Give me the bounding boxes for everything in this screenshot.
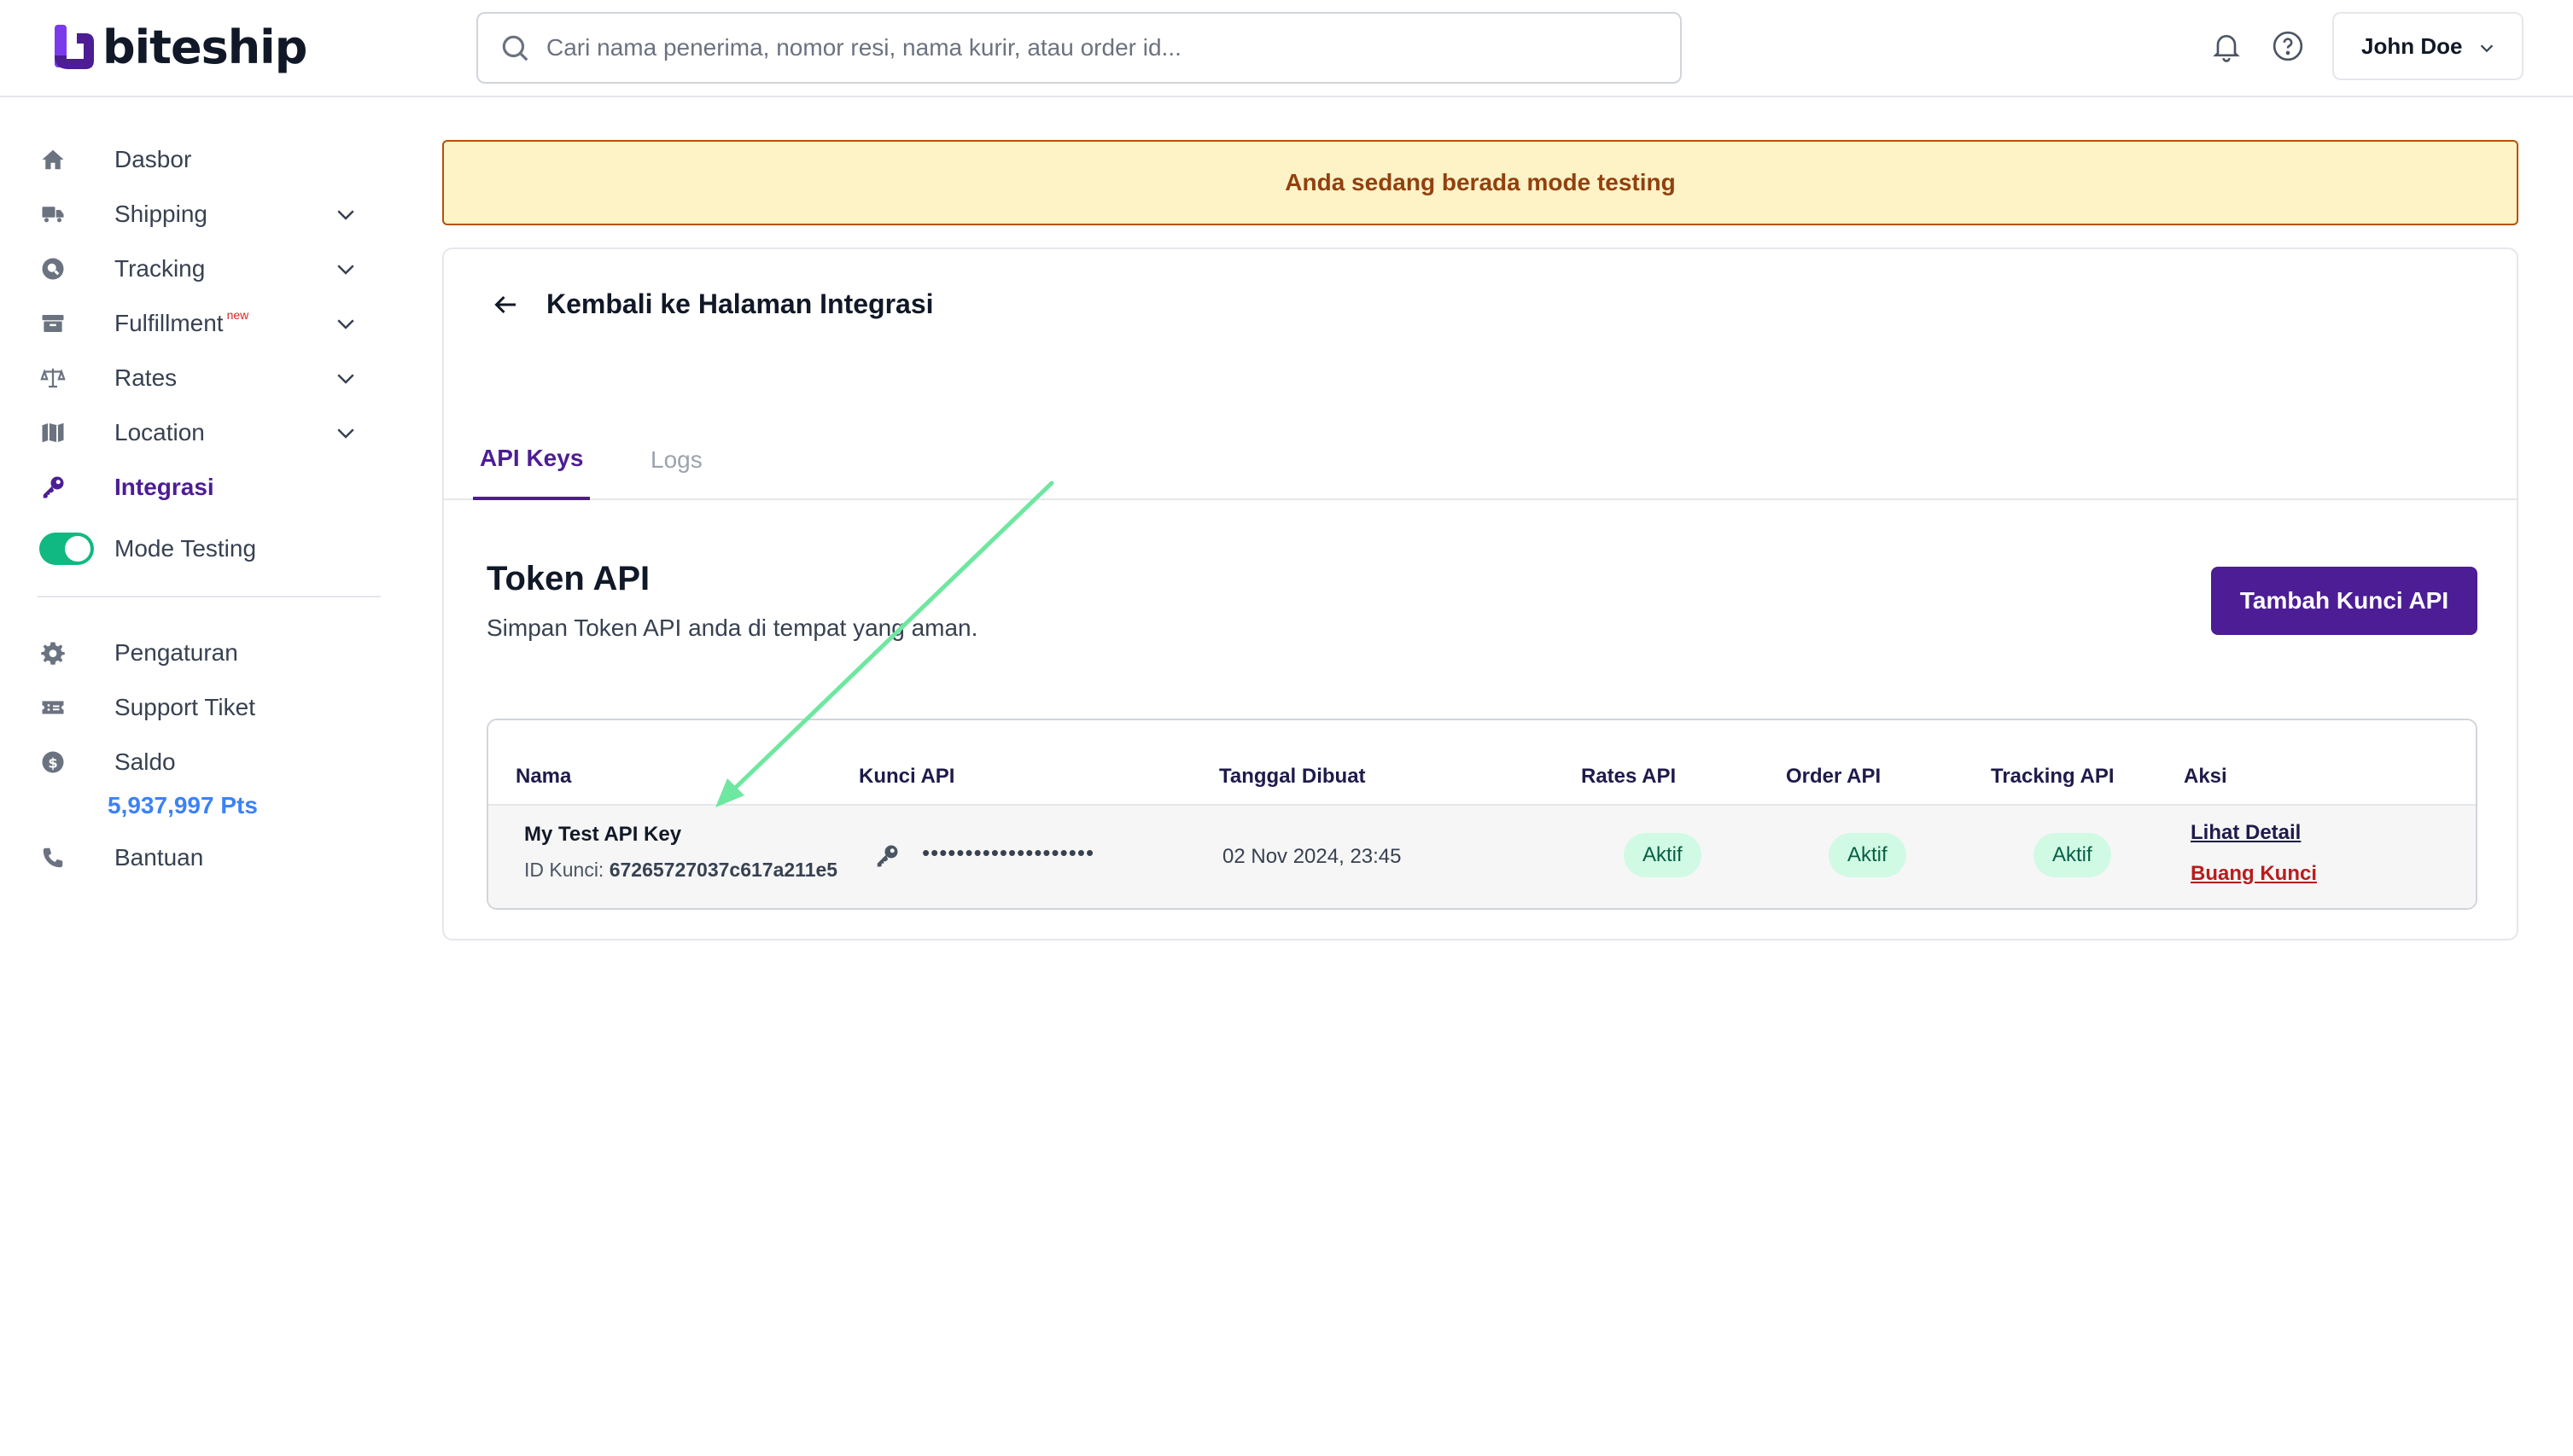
sidebar-item-saldo[interactable]: $ Saldo (38, 739, 362, 785)
sidebar-item-label: Location (114, 419, 205, 446)
sidebar-divider (38, 596, 381, 597)
map-icon (38, 417, 68, 448)
box-icon (38, 308, 68, 339)
table-row: My Test API Key ID Kunci: 67265727037c61… (488, 806, 2476, 908)
sidebar-item-label: Fulfillment new (114, 308, 249, 336)
sidebar-item-label: Tracking (114, 255, 206, 282)
tab-api-keys[interactable]: API Keys (473, 420, 591, 500)
created-date: 02 Nov 2024, 23:45 (1222, 845, 1402, 868)
top-header: biteship John Doe (0, 0, 2573, 97)
tracking-status-badge: Aktif (2033, 833, 2111, 877)
sidebar-item-label: Support Tiket (114, 694, 255, 720)
search-input[interactable] (546, 34, 1656, 61)
col-aksi: Aksi (2184, 765, 2227, 788)
mode-testing-toggle[interactable] (39, 533, 94, 565)
rates-status-badge: Aktif (1624, 833, 1701, 877)
add-api-key-button[interactable]: Tambah Kunci API (2211, 567, 2477, 635)
col-tanggal-dibuat: Tanggal Dibuat (1219, 765, 1366, 788)
sidebar-item-fulfillment[interactable]: Fulfillment new (38, 300, 362, 347)
remove-key-link[interactable]: Buang Kunci (2191, 862, 2317, 886)
token-subtitle: Simpan Token API anda di tempat yang ama… (487, 614, 978, 641)
view-detail-link[interactable]: Lihat Detail (2191, 821, 2301, 845)
key-icon (38, 472, 68, 503)
key-id: ID Kunci: 67265727037c617a211e5 (524, 859, 838, 881)
coin-icon: $ (38, 747, 68, 778)
search-bar[interactable] (476, 12, 1682, 84)
sidebar-item-label: Shipping (114, 201, 207, 227)
mode-testing-label: Mode Testing (114, 535, 257, 562)
sidebar-item-label: Saldo (114, 748, 176, 775)
chevron-down-icon[interactable] (333, 311, 359, 336)
col-kunci-api: Kunci API (859, 765, 955, 788)
truck-icon (38, 199, 68, 230)
chevron-down-icon (2480, 44, 2494, 53)
chevron-down-icon[interactable] (333, 420, 359, 446)
tab-bar: API Keys Logs (444, 420, 2517, 500)
home-icon (38, 144, 68, 175)
help-icon[interactable] (2271, 29, 2305, 63)
arrow-left-icon (494, 295, 516, 313)
bell-icon[interactable] (2209, 29, 2243, 63)
sidebar-item-tracking[interactable]: Tracking (38, 246, 362, 292)
sidebar-item-bantuan[interactable]: Bantuan (38, 835, 362, 881)
back-link[interactable]: Kembali ke Halaman Integrasi (490, 288, 934, 320)
sidebar-item-label: Dasbor (114, 146, 192, 172)
col-nama: Nama (516, 765, 572, 788)
sidebar-item-support-tiket[interactable]: Support Tiket (38, 684, 362, 731)
sidebar-item-integrasi[interactable]: Integrasi (38, 464, 362, 510)
sidebar-item-rates[interactable]: Rates (38, 355, 362, 401)
sidebar-item-label: Rates (114, 364, 178, 391)
sidebar-item-pengaturan[interactable]: Pengaturan (38, 630, 362, 676)
api-key-masked: •••••••••••••••••••• (922, 840, 1095, 865)
back-link-label: Kembali ke Halaman Integrasi (546, 288, 934, 319)
phone-icon (38, 842, 68, 873)
api-keys-table: Nama Kunci API Tanggal Dibuat Rates API … (487, 719, 2477, 910)
logo-text: biteship (102, 20, 307, 74)
biteship-logo-icon (55, 25, 94, 69)
ticket-icon (38, 692, 68, 723)
chevron-down-icon[interactable] (333, 256, 359, 282)
sidebar-item-label: Integrasi (114, 474, 214, 500)
token-title: Token API (487, 560, 651, 597)
new-badge: new (226, 308, 249, 322)
user-name: John Doe (2361, 32, 2463, 59)
sidebar: Dasbor Shipping Tracking Fulfillment new … (0, 99, 401, 1456)
tab-logs[interactable]: Logs (651, 420, 703, 500)
svg-text:$: $ (48, 754, 57, 771)
sidebar-item-location[interactable]: Location (38, 410, 362, 456)
table-header: Nama Kunci API Tanggal Dibuat Rates API … (488, 720, 2476, 806)
col-order-api: Order API (1786, 765, 1882, 788)
gear-icon (38, 638, 68, 668)
order-status-badge: Aktif (1829, 833, 1906, 877)
key-icon (877, 845, 898, 867)
sidebar-item-dasbor[interactable]: Dasbor (38, 137, 362, 183)
col-tracking-api: Tracking API (1991, 765, 2115, 788)
sidebar-item-label: Bantuan (114, 844, 204, 871)
chevron-down-icon[interactable] (333, 201, 359, 227)
balance-value: 5,937,997 Pts (108, 792, 258, 818)
integration-card: Kembali ke Halaman Integrasi API Keys Lo… (442, 248, 2518, 941)
testing-mode-banner: Anda sedang berada mode testing (442, 140, 2518, 225)
sidebar-item-shipping[interactable]: Shipping (38, 191, 362, 237)
scale-icon (38, 363, 68, 393)
key-name: My Test API Key (524, 823, 682, 846)
chevron-down-icon[interactable] (333, 365, 359, 391)
mode-testing-row: Mode Testing (38, 526, 362, 572)
tracking-icon (38, 253, 68, 284)
toggle-knob (65, 536, 90, 562)
sidebar-item-label: Pengaturan (114, 639, 238, 666)
logo[interactable]: biteship (53, 20, 307, 74)
col-rates-api: Rates API (1581, 765, 1677, 788)
search-icon (502, 35, 528, 61)
user-menu-button[interactable]: John Doe (2332, 12, 2523, 80)
